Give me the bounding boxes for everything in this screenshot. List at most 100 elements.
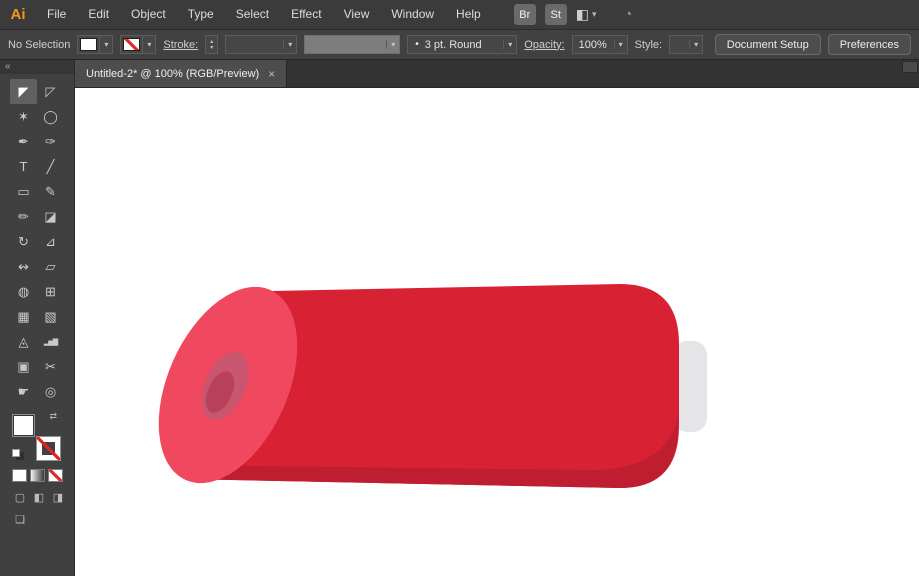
close-icon[interactable]: ×: [268, 67, 275, 81]
style-label: Style:: [634, 38, 663, 51]
gradient-icon: ▧: [44, 308, 57, 324]
hand-tool-button[interactable]: ☛: [10, 379, 37, 404]
fill-stroke-indicator: ⇄: [12, 411, 61, 461]
stroke-weight-select[interactable]: ▾: [225, 35, 298, 54]
stock-button[interactable]: St: [544, 4, 567, 25]
draw-inside-mode-button[interactable]: ◨: [50, 491, 66, 504]
menu-object[interactable]: Object: [120, 0, 177, 29]
document-tab-title: Untitled-2* @ 100% (RGB/Preview): [86, 67, 260, 80]
bridge-button[interactable]: Br: [513, 4, 536, 25]
direct-selection-arrow-icon: ◸: [45, 83, 56, 99]
default-fill-stroke-icon[interactable]: [12, 449, 20, 457]
magic-wand-tool-button[interactable]: ✶: [10, 104, 37, 129]
menu-type[interactable]: Type: [177, 0, 225, 29]
stepper-down-icon: ▾: [210, 44, 214, 51]
paintbrush-icon: ✎: [45, 183, 56, 199]
fill-color-control[interactable]: ▾: [77, 35, 114, 54]
tools-panel-collapse-button[interactable]: «: [0, 60, 74, 74]
line-segment-tool-button[interactable]: ╱: [37, 154, 64, 179]
draw-behind-mode-button[interactable]: ◧: [31, 491, 47, 504]
paintbrush-tool-button[interactable]: ✎: [37, 179, 64, 204]
fill-indicator-swatch[interactable]: [12, 414, 35, 437]
stroke-weight-stepper[interactable]: ▴ ▾: [205, 35, 219, 54]
tools-panel: « ◤ ◸ ✶ ◯ ✒ ✑ T ╱ ▭ ✎ ✏ ◪ ↻ ⊿ ↭ ▱ ◍ ⊞ ▦ …: [0, 60, 75, 576]
menu-bar: Ai File Edit Object Type Select Effect V…: [0, 0, 919, 30]
scale-icon: ⊿: [45, 233, 56, 249]
slice-tool-button[interactable]: ✂: [37, 354, 64, 379]
chevron-down-icon: ▾: [591, 9, 597, 19]
stroke-panel-link[interactable]: Stroke:: [163, 39, 198, 51]
color-button[interactable]: [12, 469, 27, 482]
opacity-select[interactable]: 100% ▾: [571, 35, 628, 54]
chevron-down-icon: ▾: [99, 36, 112, 53]
menu-edit[interactable]: Edit: [77, 0, 120, 29]
color-type-row: [12, 469, 74, 482]
opacity-panel-link[interactable]: Opacity:: [524, 39, 564, 51]
lasso-tool-button[interactable]: ◯: [37, 104, 64, 129]
eyedropper-icon: ◬: [18, 333, 29, 349]
stroke-indicator-swatch[interactable]: [36, 436, 61, 461]
direct-selection-tool-button[interactable]: ◸: [37, 79, 64, 104]
zoom-tool-button[interactable]: ◎: [37, 379, 64, 404]
width-tool-button[interactable]: ↭: [10, 254, 37, 279]
type-icon: T: [19, 159, 28, 174]
pen-icon: ✒: [18, 133, 29, 149]
free-transform-tool-button[interactable]: ▱: [37, 254, 64, 279]
rectangle-tool-button[interactable]: ▭: [10, 179, 37, 204]
workspace-layout-control[interactable]: ◧ ▾: [576, 6, 597, 23]
drawing-modes-row: ▢ ◧ ◨: [12, 491, 74, 504]
gradient-tool-button[interactable]: ▧: [37, 304, 64, 329]
column-graph-icon: ▂▅▇: [43, 338, 58, 346]
menu-help[interactable]: Help: [445, 0, 492, 29]
menu-window[interactable]: Window: [380, 0, 445, 29]
preferences-button[interactable]: Preferences: [827, 34, 911, 55]
stroke-color-control[interactable]: ▾: [120, 35, 157, 54]
chevron-down-icon: ▾: [503, 40, 516, 49]
chevron-down-icon: ▾: [142, 36, 155, 53]
scale-tool-button[interactable]: ⊿: [37, 229, 64, 254]
workspace-layout-icon: ◧: [575, 6, 589, 22]
type-tool-button[interactable]: T: [10, 154, 37, 179]
pen-tool-button[interactable]: ✒: [10, 129, 37, 154]
artboard-tool-button[interactable]: ▣: [10, 354, 37, 379]
magic-wand-icon: ✶: [18, 108, 29, 124]
draw-normal-mode-button[interactable]: ▢: [12, 491, 28, 504]
menu-effect[interactable]: Effect: [280, 0, 332, 29]
illustrator-logo: Ai: [10, 6, 26, 23]
menu-file[interactable]: File: [36, 0, 77, 29]
curvature-tool-button[interactable]: ✑: [37, 129, 64, 154]
variable-width-select[interactable]: ▾: [304, 35, 401, 54]
brush-definition-select[interactable]: • 3 pt. Round ▾: [407, 35, 518, 54]
screen-mode-button[interactable]: ❏: [12, 513, 28, 526]
artboard-canvas[interactable]: [75, 88, 919, 576]
chevron-down-icon: ▾: [386, 40, 399, 49]
selection-tool-button[interactable]: ◤: [10, 79, 37, 104]
eraser-tool-button[interactable]: ◪: [37, 204, 64, 229]
graph-tool-button[interactable]: ▂▅▇: [37, 329, 64, 354]
selection-status: No Selection: [8, 38, 71, 51]
hand-icon: ☛: [17, 383, 30, 399]
none-button[interactable]: [48, 469, 63, 482]
lasso-icon: ◯: [43, 108, 58, 124]
menu-select[interactable]: Select: [225, 0, 280, 29]
mesh-icon: ▦: [17, 308, 30, 324]
style-select[interactable]: ▾: [669, 35, 704, 54]
gradient-button[interactable]: [30, 469, 45, 482]
perspective-grid-icon: ⊞: [45, 283, 56, 299]
rectangle-icon: ▭: [17, 183, 30, 199]
perspective-grid-tool-button[interactable]: ⊞: [37, 279, 64, 304]
panel-dock-collapsed[interactable]: [902, 61, 918, 73]
pencil-tool-button[interactable]: ✏: [10, 204, 37, 229]
rotate-tool-button[interactable]: ↻: [10, 229, 37, 254]
menu-view[interactable]: View: [333, 0, 381, 29]
eyedropper-tool-button[interactable]: ◬: [10, 329, 37, 354]
mesh-tool-button[interactable]: ▦: [10, 304, 37, 329]
tools-grid: ◤ ◸ ✶ ◯ ✒ ✑ T ╱ ▭ ✎ ✏ ◪ ↻ ⊿ ↭ ▱ ◍ ⊞ ▦ ▧ …: [10, 79, 64, 404]
gpu-performance-icon[interactable]: ◔: [624, 6, 633, 23]
swap-fill-stroke-icon[interactable]: ⇄: [49, 411, 57, 422]
shape-builder-icon: ◍: [17, 283, 30, 299]
shape-builder-tool-button[interactable]: ◍: [10, 279, 37, 304]
document-setup-button[interactable]: Document Setup: [714, 34, 821, 55]
document-tab[interactable]: Untitled-2* @ 100% (RGB/Preview) ×: [75, 60, 288, 87]
chevron-down-icon: ▾: [613, 40, 627, 49]
